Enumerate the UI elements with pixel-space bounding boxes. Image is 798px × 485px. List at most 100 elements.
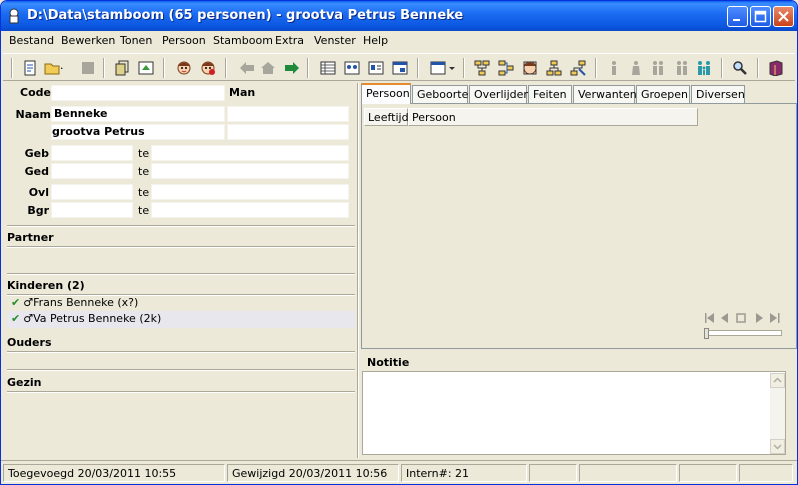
- descendant-tree-button[interactable]: [495, 57, 517, 79]
- tab-overlijden[interactable]: Overlijden: [469, 85, 530, 103]
- stop-button[interactable]: [77, 57, 99, 79]
- home-button[interactable]: [257, 57, 279, 79]
- open-folder-button[interactable]: [41, 57, 63, 79]
- minimize-icon: [733, 19, 740, 21]
- window-view-icon: [392, 61, 408, 75]
- help-book-button[interactable]: [765, 57, 787, 79]
- baptism-te-label: te: [138, 165, 150, 178]
- death-place-field[interactable]: [151, 184, 349, 200]
- status-panel: [529, 464, 577, 482]
- family-view-button[interactable]: [341, 57, 363, 79]
- family-filter-button[interactable]: [693, 57, 715, 79]
- givenname-field[interactable]: grootva Petrus: [51, 124, 225, 140]
- person-card-button[interactable]: [365, 57, 387, 79]
- family-silhouette-icon: [698, 61, 710, 75]
- divider: [7, 391, 355, 393]
- menu-persoon[interactable]: Persoon: [162, 34, 206, 49]
- first-record-icon[interactable]: [705, 313, 714, 323]
- chevron-up-icon: [773, 377, 782, 383]
- birth-place-field[interactable]: [151, 145, 349, 161]
- sex-field[interactable]: [227, 85, 349, 101]
- person-card-icon: [368, 61, 384, 75]
- copy-records-button[interactable]: [111, 57, 133, 79]
- menu-help[interactable]: Help: [363, 34, 388, 49]
- death-date-field[interactable]: [51, 184, 133, 200]
- scroll-down-button[interactable]: [770, 439, 785, 454]
- tab-persoon[interactable]: Persoon: [361, 83, 411, 104]
- couple-filter-2-button[interactable]: [671, 57, 693, 79]
- burial-place-field[interactable]: [151, 202, 349, 218]
- relations-grid[interactable]: Leeftijd Persoon: [364, 108, 698, 346]
- search-icon: [733, 61, 747, 75]
- column-header-leeftijd[interactable]: Leeftijd: [364, 108, 409, 126]
- tab-verwanten[interactable]: Verwanten: [573, 85, 637, 103]
- window-view-button[interactable]: [389, 57, 411, 79]
- child-list-item[interactable]: ✔ ♂Frans Benneke (x?): [7, 295, 355, 312]
- chart-tree-button[interactable]: [567, 57, 589, 79]
- person-filter-button[interactable]: [603, 57, 625, 79]
- add-person-button[interactable]: [173, 57, 195, 79]
- menu-bestand[interactable]: Bestand: [9, 34, 54, 49]
- app-icon[interactable]: [7, 8, 21, 24]
- search-button[interactable]: [729, 57, 751, 79]
- toolbar-separator: [225, 58, 227, 78]
- person-tree-button[interactable]: [519, 57, 541, 79]
- title-bar[interactable]: D:\Data\stamboom (65 personen) - grootva…: [1, 1, 797, 31]
- previous-record-icon[interactable]: [721, 313, 728, 323]
- surname-field[interactable]: Benneke: [51, 106, 225, 122]
- birth-te-label: te: [138, 147, 150, 160]
- toolbar-separator: [721, 58, 723, 78]
- delete-person-button[interactable]: [197, 57, 219, 79]
- gezin-section-title: Gezin: [7, 376, 42, 389]
- notes-textarea[interactable]: [362, 371, 786, 455]
- birth-date-field[interactable]: [51, 145, 133, 161]
- column-header-persoon[interactable]: Persoon: [408, 108, 698, 126]
- child-list-item[interactable]: ✔ ♂Va Petrus Benneke (2k): [7, 311, 355, 328]
- name-prefix-field[interactable]: [227, 106, 349, 122]
- menu-bewerken[interactable]: Bewerken: [61, 34, 115, 49]
- back-button[interactable]: [235, 57, 257, 79]
- tab-diversen[interactable]: Diversen: [691, 85, 745, 103]
- code-field[interactable]: [51, 85, 225, 101]
- menu-venster[interactable]: Venster: [314, 34, 356, 49]
- slider-thumb[interactable]: [704, 328, 709, 339]
- list-view-button[interactable]: [317, 57, 339, 79]
- couple-filter-button[interactable]: [647, 57, 669, 79]
- baptism-date-field[interactable]: [51, 163, 133, 179]
- baptism-place-field[interactable]: [151, 163, 349, 179]
- burial-date-field[interactable]: [51, 202, 133, 218]
- layout-dropdown-icon: [430, 61, 455, 75]
- export-button[interactable]: [135, 57, 157, 79]
- forward-button[interactable]: [280, 57, 302, 79]
- family-view-icon: [344, 61, 360, 75]
- record-slider[interactable]: [704, 328, 782, 339]
- close-icon: [778, 11, 789, 22]
- toolbar-separator: [595, 58, 597, 78]
- last-record-icon[interactable]: [770, 313, 780, 323]
- tab-geboorte[interactable]: Geboorte: [412, 85, 468, 103]
- status-panel: [679, 464, 737, 482]
- layout-dropdown-button[interactable]: [427, 57, 457, 79]
- pane-splitter[interactable]: [357, 83, 359, 458]
- next-record-icon[interactable]: [756, 313, 763, 323]
- toolbar-separator: [103, 58, 105, 78]
- new-file-button[interactable]: [19, 57, 41, 79]
- close-button[interactable]: [773, 6, 794, 27]
- couple-silhouette-icon: [653, 61, 663, 75]
- tab-feiten[interactable]: Feiten: [528, 85, 572, 103]
- scroll-up-button[interactable]: [770, 373, 785, 388]
- name-suffix-field[interactable]: [227, 124, 349, 140]
- menu-stamboom[interactable]: Stamboom: [213, 34, 273, 49]
- stop-record-icon[interactable]: [736, 313, 746, 323]
- copy-records-icon: [115, 60, 129, 76]
- maximize-button[interactable]: [750, 6, 771, 27]
- menu-tonen[interactable]: Tonen: [120, 34, 152, 49]
- new-file-icon: [24, 60, 36, 76]
- notes-scrollbar[interactable]: [770, 373, 785, 454]
- hourglass-tree-button[interactable]: [543, 57, 565, 79]
- tab-groepen[interactable]: Groepen: [636, 85, 690, 103]
- menu-extra[interactable]: Extra: [275, 34, 304, 49]
- ancestor-tree-button[interactable]: [471, 57, 493, 79]
- minimize-button[interactable]: [727, 6, 748, 27]
- person-filter-2-button[interactable]: [625, 57, 647, 79]
